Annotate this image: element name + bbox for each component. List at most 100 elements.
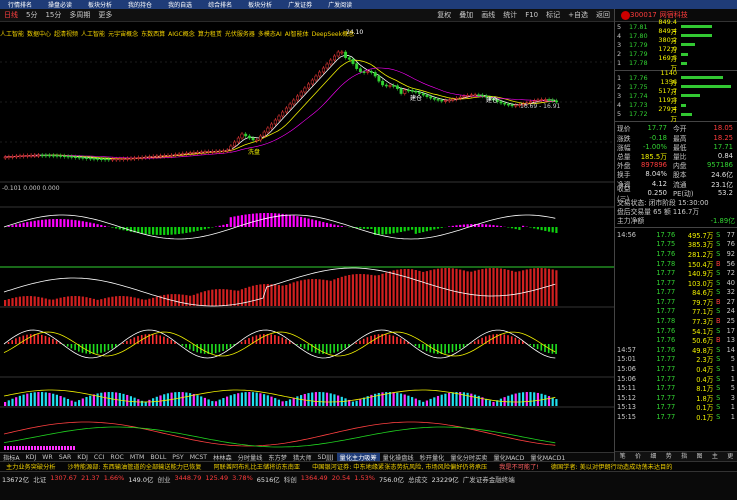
- concept-tag[interactable]: 东数西算: [141, 29, 168, 38]
- menu-item[interactable]: 广发阅读: [320, 0, 360, 9]
- tick-row[interactable]: 17.78 150.4万 B 56: [615, 259, 737, 269]
- indicator-tab[interactable]: ROC: [107, 454, 127, 461]
- concept-tag[interactable]: AIGC概念: [168, 29, 198, 38]
- flow-bar: [7, 299, 10, 306]
- news-item[interactable]: 沙特能源部: 东西输油管道的全部输送能力已恢复: [62, 462, 208, 471]
- f10-button[interactable]: F10: [521, 11, 542, 19]
- tick-row[interactable]: 17.76 54.1万 S 17: [615, 326, 737, 336]
- panel-tab[interactable]: 指: [677, 452, 692, 461]
- period-tab-15min[interactable]: 15分: [41, 10, 65, 20]
- tick-row[interactable]: 17.77 140.9万 S 72: [615, 268, 737, 278]
- menu-item[interactable]: 行情排名: [0, 0, 40, 9]
- indicator-tab[interactable]: WR: [39, 454, 55, 461]
- news-item[interactable]: 阿联酋阿布扎比王储将访东南亚: [208, 462, 307, 471]
- add-watchlist-button[interactable]: +自选: [564, 10, 592, 20]
- indicator-tab[interactable]: SAR: [56, 454, 75, 461]
- indicator-tab[interactable]: 量化操盘线: [380, 453, 417, 462]
- indicator-tab[interactable]: BOLL: [147, 454, 169, 461]
- concept-tag[interactable]: 元宇宙概念: [108, 29, 141, 38]
- tick-row[interactable]: 15:06 17.77 0.4万 S 1: [615, 364, 737, 374]
- period-tab-more[interactable]: 更多: [94, 10, 116, 20]
- indicator-tab[interactable]: PSY: [169, 454, 186, 461]
- indicator-tab[interactable]: 量化MACD: [490, 453, 527, 462]
- adjust-button[interactable]: 复权: [433, 10, 455, 20]
- menu-item[interactable]: 操盘必读: [40, 0, 80, 9]
- tick-row[interactable]: 15:06 17.77 0.4万 S 1: [615, 374, 737, 384]
- indicator-tab[interactable]: 秒开量化: [417, 453, 448, 462]
- indicator-tab[interactable]: 林林森: [210, 453, 235, 462]
- back-button[interactable]: 返回: [592, 10, 614, 20]
- tick-row[interactable]: 17.75 385.3万 S 76: [615, 240, 737, 249]
- indicator-tab[interactable]: 东方梦: [265, 453, 290, 462]
- menu-item[interactable]: 板块分析: [240, 0, 280, 9]
- concept-tag[interactable]: 光伏服务器: [225, 29, 258, 38]
- tick-row[interactable]: 17.77 79.7万 B 27: [615, 297, 737, 307]
- panel-tab[interactable]: 笔: [615, 452, 630, 461]
- panel-tab[interactable]: 细: [646, 452, 661, 461]
- menu-item[interactable]: 我的自选: [160, 0, 200, 9]
- tick-row[interactable]: 17.78 77.3万 B 25: [615, 316, 737, 326]
- concept-tag[interactable]: AI智能体: [285, 29, 312, 38]
- tick-row[interactable]: 17.77 77.1万 S 24: [615, 307, 737, 316]
- tick-row[interactable]: 17.77 103.0万 S 40: [615, 278, 737, 288]
- period-tab-multi[interactable]: 多周期: [65, 10, 94, 20]
- tick-row[interactable]: 17.77 84.6万 S 32: [615, 288, 737, 297]
- tick-list[interactable]: 14:56 17.76 495.7万 S 77 17.75 385.3万 S 76 17.76 28…: [615, 230, 737, 422]
- panel-tab[interactable]: 主: [707, 452, 722, 461]
- concept-tag[interactable]: 多模态AI: [258, 29, 285, 38]
- news-item[interactable]: 我是不可能了!: [493, 462, 545, 471]
- indicator-tab[interactable]: 分时量线: [235, 453, 266, 462]
- level-volume-bar: [681, 112, 692, 116]
- tick-row[interactable]: 14:57 17.76 49.8万 S 14: [615, 345, 737, 355]
- concept-tag[interactable]: 超清视频: [54, 29, 81, 38]
- indicator-tab[interactable]: SDJJJJ: [315, 454, 337, 461]
- indicator-tab[interactable]: 量化分时买卖: [447, 453, 490, 462]
- concept-tag[interactable]: 数据中心: [27, 29, 54, 38]
- signal-bar: [7, 446, 9, 450]
- concept-tag[interactable]: DeepSeek概念: [312, 29, 357, 38]
- menu-item[interactable]: 板块分析: [80, 0, 120, 9]
- energy-bar: [277, 399, 280, 406]
- news-item[interactable]: 中国银河证券: 中东地缘紧张态势抗风险, 市场风险偏好仍将承压: [306, 462, 493, 471]
- panel-tab[interactable]: 价: [630, 452, 645, 461]
- concept-tag[interactable]: 人工智能: [81, 29, 108, 38]
- ask-level[interactable]: 1 17.78 169.5万: [615, 54, 737, 72]
- indicator-tab[interactable]: 猎大师: [290, 453, 315, 462]
- period-tab-daily[interactable]: 日线: [0, 10, 22, 20]
- indicator-tab[interactable]: 指标A: [0, 453, 23, 462]
- period-tab-5min[interactable]: 5分: [22, 10, 41, 20]
- tick-row[interactable]: 15:12 17.77 1.8万 S 3: [615, 393, 737, 403]
- indicator-tab[interactable]: MTM: [127, 454, 147, 461]
- indicator-tab[interactable]: CCI: [91, 454, 107, 461]
- news-item[interactable]: 德国学者: 美以对伊朗行动造成动荡未达目的: [545, 462, 679, 471]
- indicator-tab[interactable]: 量化主力吸筹: [336, 453, 380, 461]
- tick-row[interactable]: 17.76 281.2万 S 92: [615, 249, 737, 259]
- panel-tab[interactable]: 势: [661, 452, 676, 461]
- menu-item[interactable]: 广发证券: [280, 0, 320, 9]
- draw-button[interactable]: 画线: [477, 10, 499, 20]
- flow-bar: [351, 274, 354, 306]
- tick-row[interactable]: 17.76 50.6万 B 13: [615, 335, 737, 345]
- tick-row[interactable]: 15:01 17.77 2.3万 S 5: [615, 355, 737, 364]
- kline-chart-area[interactable]: 24.10 16.69 - 16.91 建仓 建仓 洗盘 -0.101 0.000 0.0…: [0, 22, 614, 452]
- bid-level[interactable]: 5 17.72 279.4万: [615, 105, 737, 123]
- indicator-tab[interactable]: MCST: [187, 454, 210, 461]
- indicator-tab[interactable]: KDJ: [23, 454, 40, 461]
- indicator-tab[interactable]: 量化MACD1: [527, 453, 568, 462]
- mark-button[interactable]: 标记: [542, 10, 564, 20]
- stats-button[interactable]: 统计: [499, 10, 521, 20]
- tick-row[interactable]: 15:15 17.77 0.1万 S 1: [615, 412, 737, 422]
- panel-tab[interactable]: 更: [723, 452, 737, 461]
- kline-chart[interactable]: 24.1016.69 - 16.91建仓 建仓洗盘-0.101 0.000 0.0…: [0, 22, 614, 452]
- tick-row[interactable]: 14:56 17.76 495.7万 S 77: [615, 230, 737, 240]
- indicator-tab[interactable]: KDJ: [74, 454, 91, 461]
- overlay-button[interactable]: 叠加: [455, 10, 477, 20]
- menu-item[interactable]: 综合排名: [200, 0, 240, 9]
- panel-tab[interactable]: 图: [692, 452, 707, 461]
- news-item[interactable]: 主力业务突破分析: [0, 462, 62, 471]
- concept-tag[interactable]: 人工智能: [0, 29, 27, 38]
- menu-item[interactable]: 我的持仓: [120, 0, 160, 9]
- tick-row[interactable]: 15:11 17.77 8.1万 S 5: [615, 383, 737, 393]
- tick-row[interactable]: 15:13 17.77 0.1万 S 1: [615, 403, 737, 412]
- concept-tag[interactable]: 算力租赁: [198, 29, 225, 38]
